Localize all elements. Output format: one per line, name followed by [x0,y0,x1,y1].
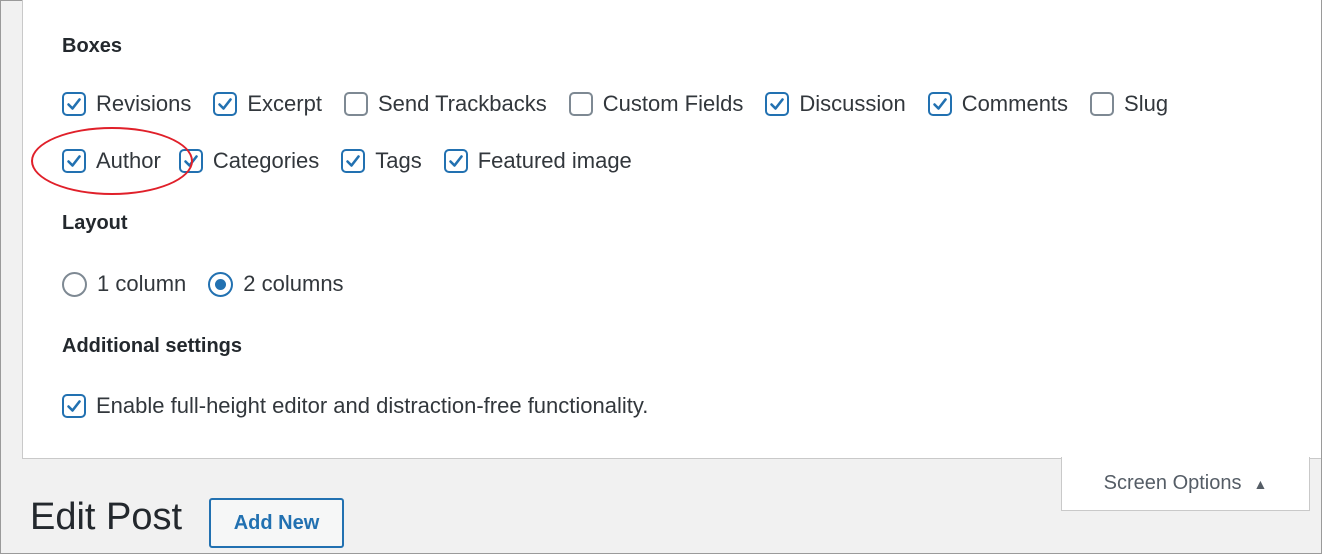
checkbox-label: Tags [375,148,422,173]
checkbox[interactable] [1090,92,1115,116]
checkbox-label: Send Trackbacks [377,91,547,116]
boxes-heading: Boxes [62,35,123,57]
checkbox-label: Comments [961,91,1069,116]
box-option-tags[interactable]: Tags [341,148,422,174]
checkbox-label: Custom Fields [602,91,744,116]
checkbox[interactable] [343,92,368,116]
radio-button[interactable] [62,271,87,297]
layout-row: 1 column 2 columns [62,271,366,297]
checkbox[interactable] [341,149,366,173]
checkbox-label: Enable full-height editor and distractio… [96,393,649,418]
layout-heading: Layout [62,212,128,234]
checkbox[interactable] [568,92,593,116]
checkbox-label: Revisions [96,91,192,116]
box-option-discussion[interactable]: Discussion [765,91,906,117]
caret-up-icon: ▲ [1253,475,1268,492]
layout-option-2-columns[interactable]: 2 columns [208,271,344,297]
screen-options-label: Screen Options [1103,472,1242,494]
box-option-revisions[interactable]: Revisions [62,91,191,117]
checkbox-label: Excerpt [247,91,322,116]
checkbox-label: Discussion [799,91,906,116]
layout-option-1-column[interactable]: 1 column [62,271,186,297]
box-option-excerpt[interactable]: Excerpt [213,91,322,117]
checkbox[interactable] [765,92,790,116]
screen-options-panel [22,0,1321,459]
checkbox[interactable] [62,394,86,418]
distraction-free-option[interactable]: Enable full-height editor and distractio… [62,393,648,419]
box-option-custom-fields[interactable]: Custom Fields [568,91,744,117]
additional-settings-heading: Additional settings [62,335,242,357]
annotation-circle [31,127,193,195]
radio-label: 2 columns [243,271,344,296]
checkbox-label: Categories [212,148,320,173]
box-option-categories[interactable]: Categories [178,148,320,174]
boxes-row-1: Revisions Excerpt Send Trackbacks Custom… [62,91,1168,117]
box-option-send-trackbacks[interactable]: Send Trackbacks [343,91,547,117]
page-title: Edit Post [30,496,183,538]
checkbox[interactable] [927,92,952,116]
checkbox-label: Featured image [477,148,632,173]
add-new-button[interactable]: Add New [209,498,344,548]
box-option-comments[interactable]: Comments [927,91,1069,117]
checkbox[interactable] [213,92,238,116]
checkbox-label: Slug [1124,91,1169,116]
radio-button[interactable] [208,271,234,297]
box-option-slug[interactable]: Slug [1090,91,1168,117]
checkbox[interactable] [443,149,468,173]
checkbox[interactable] [62,92,86,116]
screen-options-tab[interactable]: Screen Options ▲ [1061,457,1310,511]
box-option-featured-image[interactable]: Featured image [443,148,632,174]
radio-label: 1 column [97,271,187,296]
additional-row: Enable full-height editor and distractio… [62,393,670,419]
